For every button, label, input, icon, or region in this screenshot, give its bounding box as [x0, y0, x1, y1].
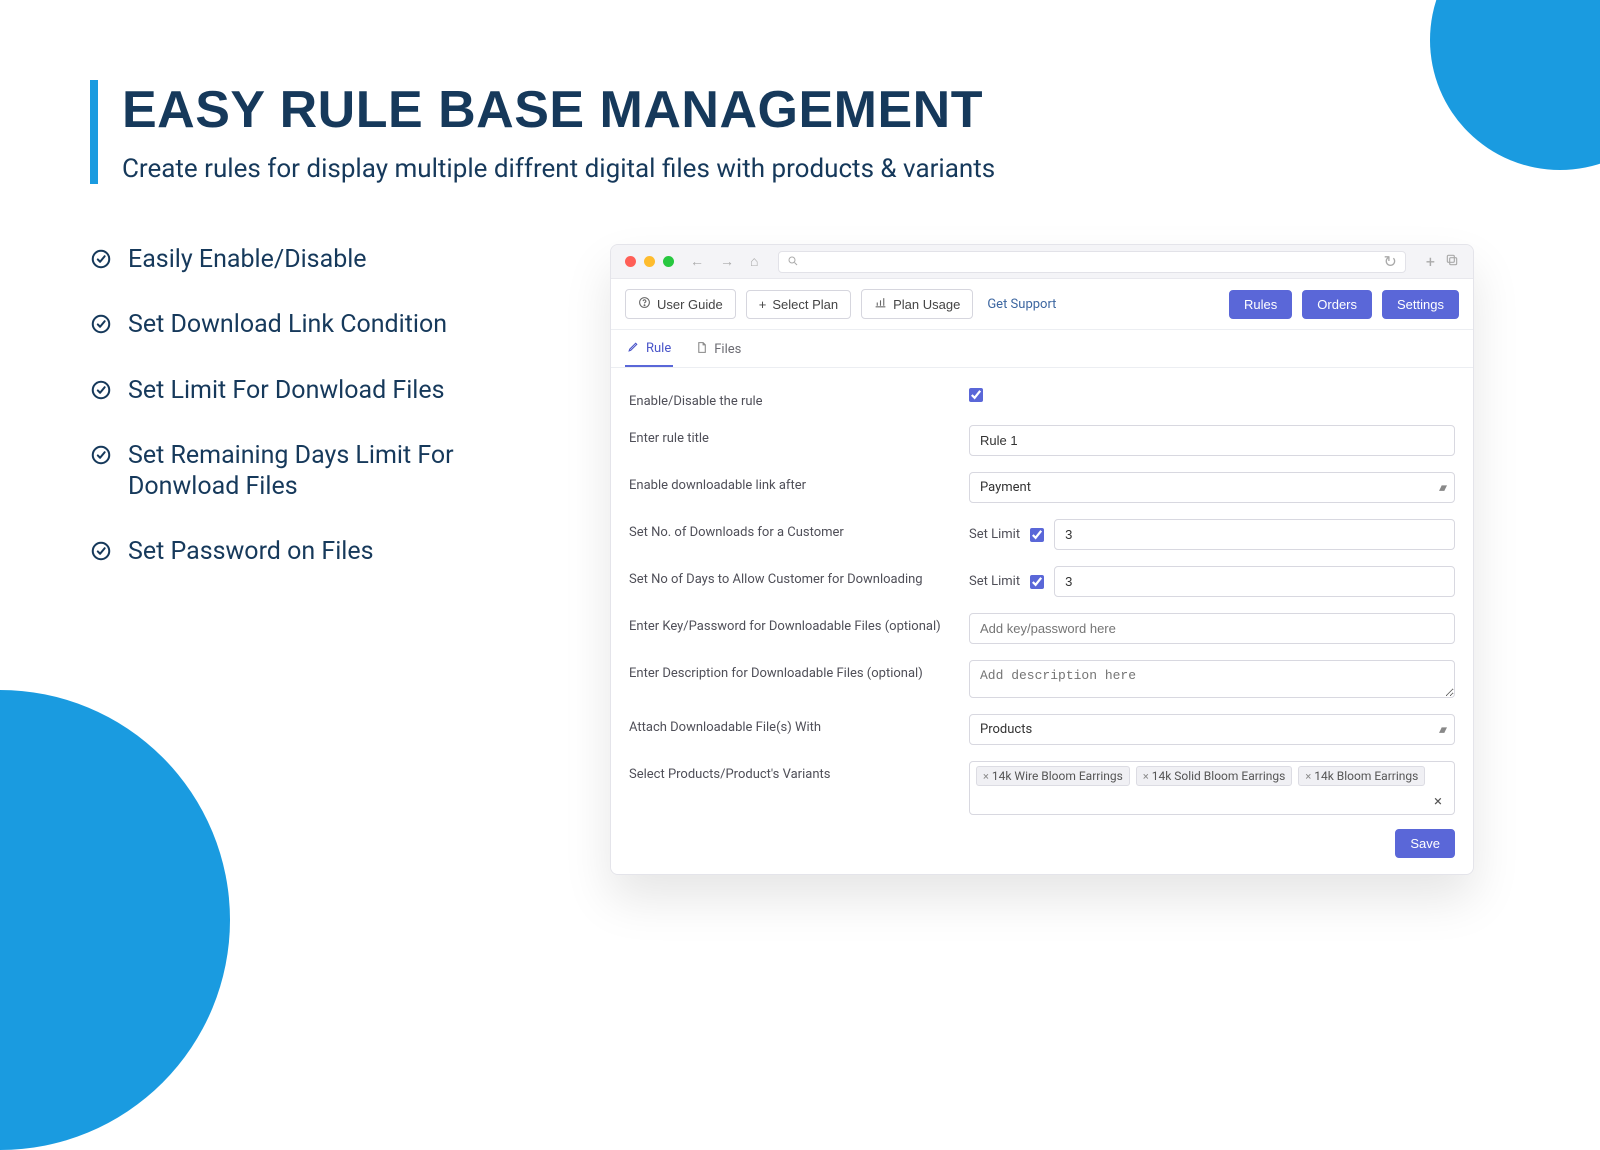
plan-usage-button[interactable]: Plan Usage [861, 289, 973, 319]
select-plan-label: Select Plan [772, 297, 838, 312]
remove-tag-icon[interactable]: × [1143, 770, 1149, 783]
page-subtitle: Create rules for display multiple diffre… [122, 154, 1600, 184]
remove-tag-icon[interactable]: × [1305, 770, 1311, 783]
check-icon [90, 248, 112, 270]
user-guide-label: User Guide [657, 297, 723, 312]
get-support-link[interactable]: Get Support [987, 297, 1056, 312]
attach-select[interactable]: Products ▴▾ [969, 714, 1455, 745]
rule-form: Enable/Disable the rule Enter rule title… [611, 368, 1473, 874]
chart-icon [874, 296, 887, 312]
file-icon [695, 341, 708, 358]
feature-item: Set Password on Files [90, 536, 570, 567]
select-products-label: Select Products/Product's Variants [629, 761, 969, 782]
help-icon [638, 296, 651, 312]
back-icon[interactable]: ← [690, 253, 704, 270]
check-icon [90, 540, 112, 562]
tab-rule-label: Rule [646, 341, 671, 356]
window-maximize-icon[interactable] [663, 256, 674, 267]
feature-text: Set Password on Files [128, 536, 374, 567]
orders-button[interactable]: Orders [1302, 290, 1372, 319]
url-bar[interactable]: ↻ [778, 251, 1405, 273]
tab-files-label: Files [714, 342, 741, 357]
edit-icon [627, 340, 640, 357]
chevron-updown-icon: ▴▾ [1439, 723, 1444, 736]
tabs-overview-icon[interactable] [1445, 252, 1459, 271]
feature-text: Easily Enable/Disable [128, 244, 367, 275]
clear-all-tags-button[interactable]: × [1428, 792, 1448, 810]
reload-icon[interactable]: ↻ [1384, 252, 1397, 271]
enable-rule-checkbox[interactable] [969, 388, 983, 402]
feature-text: Set Download Link Condition [128, 309, 447, 340]
tab-files[interactable]: Files [693, 330, 743, 367]
browser-frame: ← → ⌂ ↻ + [610, 244, 1474, 875]
feature-text: Set Limit For Donwload Files [128, 375, 445, 406]
link-after-value: Payment [980, 480, 1031, 495]
feature-item: Easily Enable/Disable [90, 244, 570, 275]
plus-icon: + [759, 297, 767, 312]
tab-rule[interactable]: Rule [625, 330, 673, 367]
password-input[interactable] [969, 613, 1455, 644]
rules-button[interactable]: Rules [1229, 290, 1292, 319]
days-label: Set No of Days to Allow Customer for Dow… [629, 566, 969, 587]
attach-label: Attach Downloadable File(s) With [629, 714, 969, 735]
feature-item: Set Limit For Donwload Files [90, 375, 570, 406]
app-topbar: User Guide + Select Plan Plan Usage Get … [611, 279, 1473, 330]
page-header: EASY RULE BASE MANAGEMENT Create rules f… [90, 80, 1600, 184]
feature-text: Set Remaining Days Limit For Donwload Fi… [128, 440, 570, 503]
search-icon [787, 252, 799, 271]
chevron-updown-icon: ▴▾ [1439, 481, 1444, 494]
link-after-select[interactable]: Payment ▴▾ [969, 472, 1455, 503]
rule-title-input[interactable] [969, 425, 1455, 456]
description-textarea[interactable] [969, 660, 1455, 698]
home-icon[interactable]: ⌂ [750, 253, 758, 270]
tab-bar: Rule Files [611, 330, 1473, 368]
window-minimize-icon[interactable] [644, 256, 655, 267]
set-limit-label: Set Limit [969, 527, 1020, 542]
select-plan-button[interactable]: + Select Plan [746, 290, 851, 319]
password-label: Enter Key/Password for Downloadable File… [629, 613, 969, 634]
product-tag[interactable]: ×14k Solid Bloom Earrings [1136, 766, 1293, 786]
tag-label: 14k Bloom Earrings [1314, 769, 1418, 783]
tag-label: 14k Wire Bloom Earrings [992, 769, 1123, 783]
page-title: EASY RULE BASE MANAGEMENT [122, 80, 1600, 140]
days-limit-checkbox[interactable] [1030, 575, 1044, 589]
downloads-limit-checkbox[interactable] [1030, 528, 1044, 542]
description-label: Enter Description for Downloadable Files… [629, 660, 969, 681]
new-tab-icon[interactable]: + [1426, 252, 1435, 271]
window-close-icon[interactable] [625, 256, 636, 267]
feature-item: Set Download Link Condition [90, 309, 570, 340]
products-tag-input[interactable]: ×14k Wire Bloom Earrings ×14k Solid Bloo… [969, 761, 1455, 815]
user-guide-button[interactable]: User Guide [625, 289, 736, 319]
settings-button[interactable]: Settings [1382, 290, 1459, 319]
rule-title-label: Enter rule title [629, 425, 969, 446]
link-after-label: Enable downloadable link after [629, 472, 969, 493]
browser-chrome: ← → ⌂ ↻ + [611, 245, 1473, 279]
days-limit-input[interactable] [1054, 566, 1455, 597]
app-body: User Guide + Select Plan Plan Usage Get … [611, 279, 1473, 874]
remove-tag-icon[interactable]: × [983, 770, 989, 783]
check-icon [90, 379, 112, 401]
save-button[interactable]: Save [1395, 829, 1455, 858]
downloads-label: Set No. of Downloads for a Customer [629, 519, 969, 540]
tag-label: 14k Solid Bloom Earrings [1152, 769, 1286, 783]
set-limit-label: Set Limit [969, 574, 1020, 589]
attach-value: Products [980, 722, 1032, 737]
forward-icon[interactable]: → [720, 253, 734, 270]
plan-usage-label: Plan Usage [893, 297, 960, 312]
feature-list: Easily Enable/Disable Set Download Link … [90, 244, 570, 602]
check-icon [90, 444, 112, 466]
downloads-limit-input[interactable] [1054, 519, 1455, 550]
check-icon [90, 313, 112, 335]
feature-item: Set Remaining Days Limit For Donwload Fi… [90, 440, 570, 503]
product-tag[interactable]: ×14k Wire Bloom Earrings [976, 766, 1130, 786]
enable-rule-label: Enable/Disable the rule [629, 388, 969, 409]
product-tag[interactable]: ×14k Bloom Earrings [1298, 766, 1425, 786]
